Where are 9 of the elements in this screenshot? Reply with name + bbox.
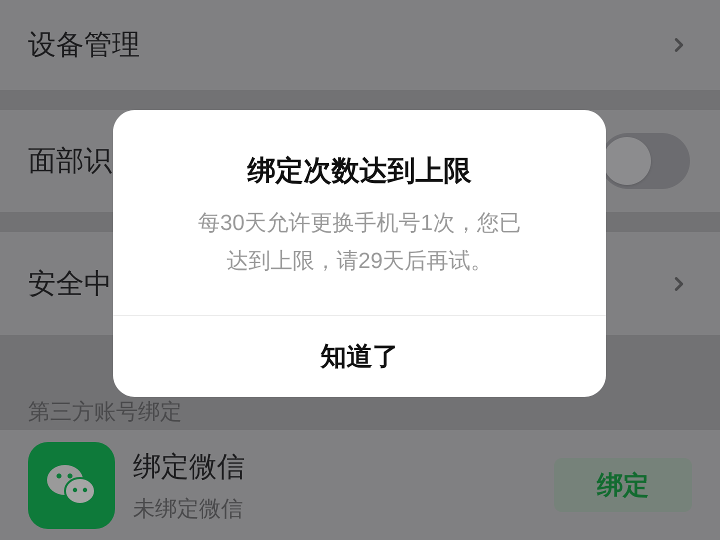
settings-label: 安全中 xyxy=(28,266,112,300)
settings-label: 面部识 xyxy=(28,144,112,178)
chat-app-icon xyxy=(28,442,115,528)
settings-row[interactable]: 设备管理 xyxy=(0,0,720,90)
settings-label: 设备管理 xyxy=(28,28,140,62)
binding-title: 绑定微信 xyxy=(133,450,246,484)
dialog-title: 绑定次数达到上限 xyxy=(248,154,472,188)
dialog-message: 每30天允许更换手机号1次，您已达到上限，请29天后再试。 xyxy=(197,209,522,275)
dialog-button[interactable]: 知道了 xyxy=(113,316,606,397)
